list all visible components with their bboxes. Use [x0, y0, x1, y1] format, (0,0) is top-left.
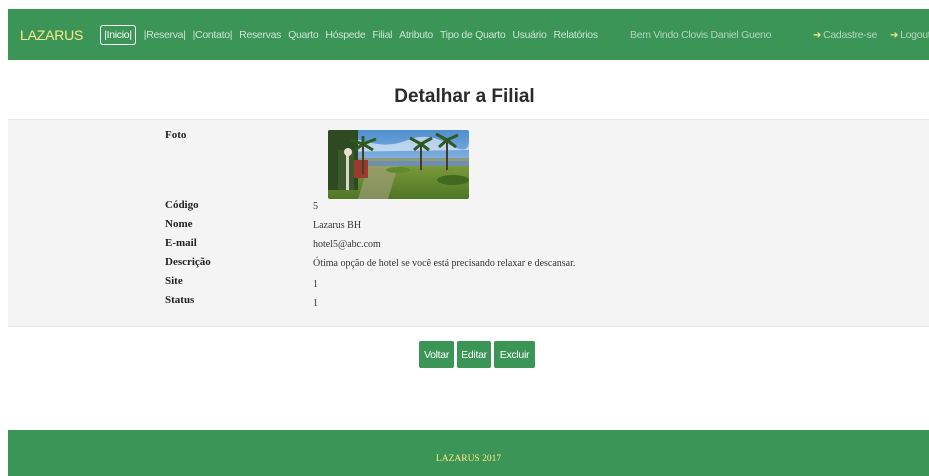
footer-text: LAZARUS 2017 — [435, 454, 502, 464]
delete-button[interactable]: Excluir — [494, 341, 535, 368]
welcome-message: Bem Vindo Clovis Daniel Gueno — [630, 29, 772, 41]
nome-value: Lazarus BH — [313, 220, 362, 231]
status-value: 1 — [313, 298, 318, 309]
nav-link-filial[interactable]: Filial — [372, 29, 392, 41]
top-navbar: LAZARUS |Inicio| |Reserva| |Contato| Res… — [8, 9, 929, 60]
nav-link-reserva[interactable]: |Reserva| — [144, 29, 186, 41]
branch-photo — [328, 130, 469, 199]
status-label: Status — [165, 294, 195, 306]
nav-link-inicio[interactable]: |Inicio| — [100, 24, 136, 45]
sign-in-icon: ➔ — [813, 30, 822, 41]
logout-link[interactable]: ➔ Logout — [890, 29, 929, 41]
nav-link-usuario[interactable]: Usuário — [512, 29, 546, 41]
nome-label: Nome — [165, 218, 193, 230]
codigo-label: Código — [165, 199, 199, 211]
back-button[interactable]: Voltar — [419, 341, 454, 368]
email-label: E-mail — [165, 237, 197, 249]
nav-link-tipo-de-quarto[interactable]: Tipo de Quarto — [440, 29, 506, 41]
email-value: hotel5@abc.com — [313, 239, 381, 250]
signup-link[interactable]: ➔ Cadastre-se — [813, 29, 877, 41]
codigo-value: 5 — [313, 201, 318, 212]
nav-link-contato[interactable]: |Contato| — [193, 29, 233, 41]
site-value: 1 — [313, 279, 318, 290]
foto-label: Foto — [165, 129, 187, 141]
descricao-label: Descrição — [165, 256, 211, 268]
logout-label: Logout — [900, 29, 929, 41]
nav-link-quarto[interactable]: Quarto — [288, 29, 319, 41]
page-title: Detalhar a Filial — [394, 86, 535, 107]
nav-link-atributo[interactable]: Atributo — [399, 29, 433, 41]
descricao-value: Ótima opção de hotel se você está precis… — [313, 258, 576, 269]
footer: LAZARUS 2017 — [8, 430, 929, 476]
nav-link-reservas[interactable]: Reservas — [239, 29, 281, 41]
sign-in-icon: ➔ — [890, 30, 899, 41]
nav-link-hospede[interactable]: Hóspede — [325, 29, 365, 41]
brand-logo[interactable]: LAZARUS — [20, 27, 83, 43]
nav-link-relatorios[interactable]: Relatórios — [554, 29, 599, 41]
signup-label: Cadastre-se — [823, 29, 877, 41]
site-label: Site — [165, 275, 183, 287]
edit-button[interactable]: Editar — [457, 341, 491, 368]
nav-links: |Inicio| |Reserva| |Contato| Reservas Qu… — [100, 24, 605, 45]
